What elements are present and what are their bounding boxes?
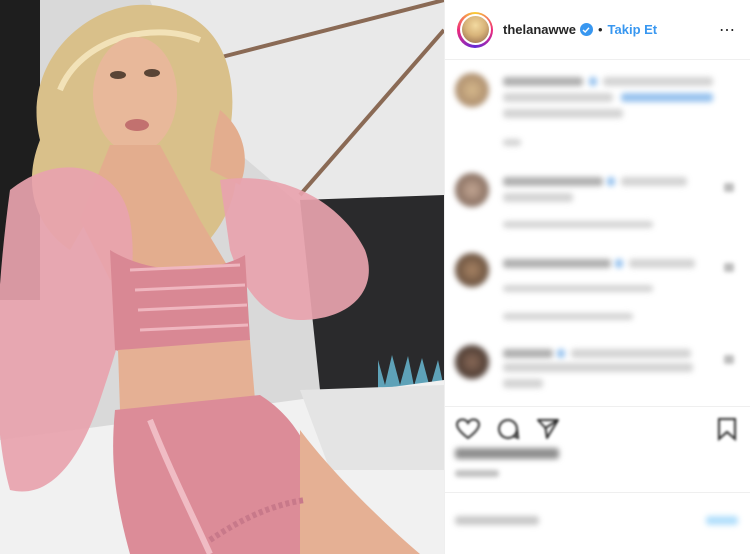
comment-avatar[interactable] bbox=[455, 173, 489, 207]
bookmark-icon[interactable] bbox=[714, 416, 740, 442]
comment-avatar[interactable] bbox=[455, 253, 489, 287]
post-side-panel: thelanawwe • Takip Et ⋯ bbox=[444, 0, 750, 554]
verified-badge-icon bbox=[579, 23, 593, 36]
heart-icon[interactable] bbox=[724, 263, 734, 272]
list-item bbox=[453, 251, 740, 320]
comment-username[interactable] bbox=[503, 177, 603, 186]
list-item bbox=[453, 171, 740, 231]
avatar[interactable] bbox=[457, 11, 493, 48]
likes-count[interactable] bbox=[455, 448, 559, 459]
comment-input[interactable] bbox=[455, 516, 539, 525]
comment-username[interactable] bbox=[503, 259, 611, 268]
post-header: thelanawwe • Takip Et ⋯ bbox=[445, 0, 750, 60]
username-link[interactable]: thelanawwe bbox=[503, 22, 576, 37]
comment-username[interactable] bbox=[503, 349, 553, 358]
comments-list bbox=[445, 61, 750, 406]
post-date bbox=[455, 470, 499, 477]
follow-button[interactable]: Takip Et bbox=[608, 22, 658, 37]
share-icon[interactable] bbox=[535, 416, 561, 442]
post-comment-button[interactable] bbox=[706, 516, 738, 525]
comment-icon[interactable] bbox=[495, 416, 521, 442]
post-image bbox=[0, 0, 444, 554]
heart-icon[interactable] bbox=[724, 355, 734, 364]
heart-icon[interactable] bbox=[455, 416, 481, 442]
comment-username[interactable] bbox=[503, 77, 583, 86]
comment-avatar[interactable] bbox=[455, 345, 489, 379]
more-options-icon[interactable]: ⋯ bbox=[719, 20, 736, 40]
comment-avatar[interactable] bbox=[455, 73, 489, 107]
add-comment-bar bbox=[445, 492, 750, 554]
list-item bbox=[453, 343, 740, 403]
action-bar bbox=[445, 406, 750, 450]
separator-dot: • bbox=[597, 22, 603, 37]
caption-comment bbox=[453, 71, 740, 161]
post-photo[interactable] bbox=[0, 0, 444, 554]
heart-icon[interactable] bbox=[724, 183, 734, 192]
avatar-image bbox=[461, 16, 489, 43]
